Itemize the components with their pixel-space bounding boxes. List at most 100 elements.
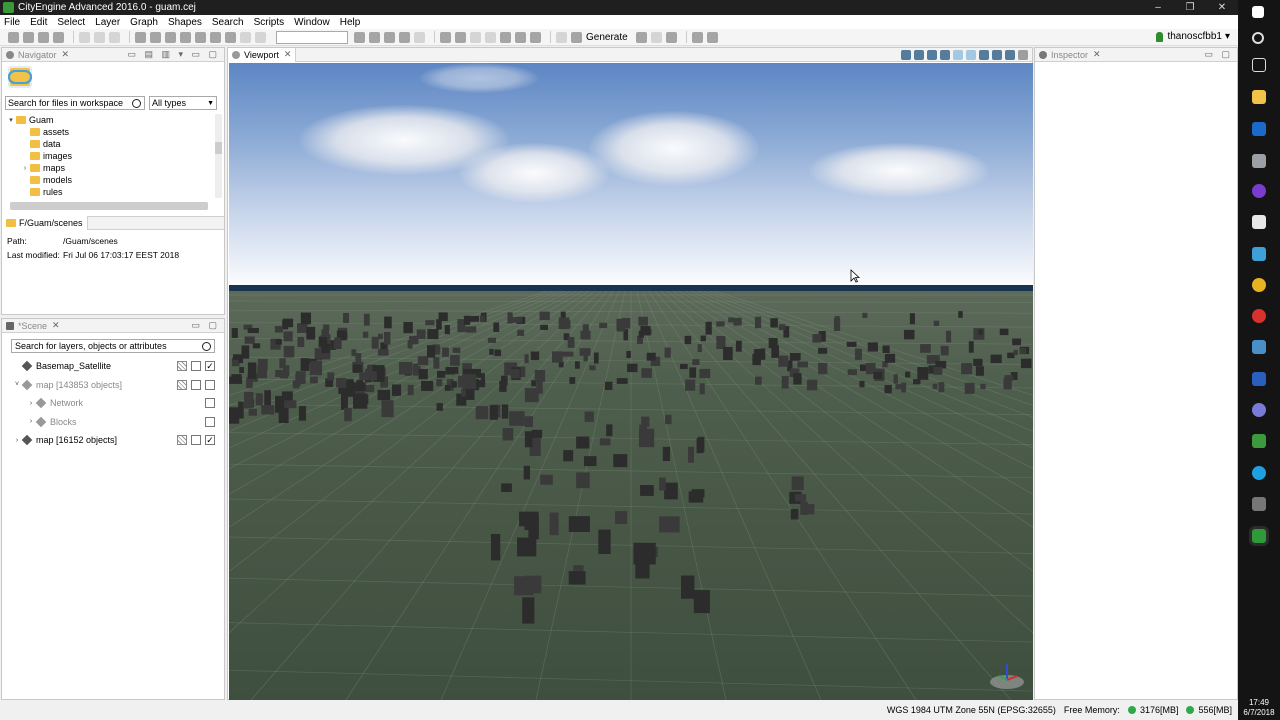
new-icon[interactable]	[8, 31, 19, 43]
polygon-tool-icon[interactable]	[399, 31, 410, 43]
align-icon[interactable]	[485, 31, 496, 43]
tab-viewport[interactable]: Viewport ✕	[228, 47, 297, 62]
tree-twisty-icon[interactable]: ▾	[6, 116, 16, 124]
layer-select-checkbox[interactable]	[191, 361, 201, 372]
rotate-icon[interactable]	[150, 31, 161, 43]
wireframe-icon[interactable]	[901, 50, 911, 60]
layer-visibility-checkbox[interactable]	[205, 379, 215, 390]
menu-file[interactable]: File	[4, 17, 20, 28]
cloud-icon[interactable]	[706, 31, 718, 43]
tree-item[interactable]: › maps	[6, 162, 224, 174]
menu-window[interactable]: Window	[294, 17, 330, 28]
lock-toggle[interactable]	[177, 361, 187, 372]
layer-select-checkbox[interactable]	[191, 379, 201, 390]
menu-graph[interactable]: Graph	[130, 17, 158, 28]
camera-icon[interactable]	[966, 50, 976, 60]
regenerate-icon[interactable]	[635, 31, 647, 43]
app-icon[interactable]	[1252, 247, 1266, 261]
maximize-button[interactable]: ❐	[1174, 2, 1206, 13]
horizontal-scrollbar[interactable]	[10, 202, 208, 210]
search-icon[interactable]	[202, 341, 211, 351]
menu-help[interactable]: Help	[340, 17, 361, 28]
scrollbar-thumb[interactable]	[215, 142, 222, 154]
menu-select[interactable]: Select	[57, 17, 85, 28]
menu-search[interactable]: Search	[212, 17, 244, 28]
menu-scripts[interactable]: Scripts	[254, 17, 285, 28]
tree-scrollbar[interactable]	[215, 114, 222, 198]
zoom-icon[interactable]	[225, 31, 236, 43]
layer-twisty-icon[interactable]: ›	[26, 400, 36, 407]
street-tool-icon[interactable]	[354, 31, 365, 43]
bookmarks-icon[interactable]	[953, 50, 963, 60]
workspace-search-input[interactable]: Search for files in workspace	[5, 96, 145, 110]
textured-icon[interactable]	[927, 50, 937, 60]
frame-icon[interactable]	[210, 31, 221, 43]
paste-icon[interactable]	[109, 31, 120, 43]
terrain-icon[interactable]	[515, 31, 526, 43]
star-icon[interactable]	[1005, 50, 1015, 60]
panel-controls[interactable]: ▭ ▢	[1204, 49, 1233, 60]
copy-icon[interactable]	[94, 31, 105, 43]
edit-street-icon[interactable]	[384, 31, 395, 43]
layer-row[interactable]: › Network	[2, 394, 224, 413]
search-icon[interactable]	[132, 98, 141, 108]
layer-row[interactable]: Basemap_Satellite ✓	[2, 357, 224, 376]
panel-controls[interactable]: ▭ ▢	[191, 320, 220, 331]
menu-shapes[interactable]: Shapes	[168, 17, 202, 28]
layer-visibility-checkbox[interactable]: ✓	[205, 361, 215, 372]
grid-icon[interactable]	[470, 31, 481, 43]
tree-item[interactable]: models	[6, 174, 224, 186]
tree-item[interactable]: images	[6, 150, 224, 162]
close-icon[interactable]: ✕	[1093, 49, 1101, 60]
generate-button[interactable]: Generate	[586, 32, 628, 43]
skype-icon[interactable]	[1252, 466, 1266, 480]
tab-path[interactable]: F/Guam/scenes	[2, 216, 88, 230]
cut-icon[interactable]	[79, 31, 90, 43]
scene-search-input[interactable]: Search for layers, objects or attributes	[11, 339, 215, 353]
minimize-button[interactable]: –	[1142, 2, 1174, 13]
firefox-icon[interactable]	[1252, 184, 1266, 198]
cleanup-icon[interactable]	[556, 31, 567, 43]
tree-item[interactable]: data	[6, 138, 224, 150]
bookmark-icon[interactable]	[240, 31, 251, 43]
app-icon[interactable]	[1252, 340, 1266, 354]
app-icon[interactable]	[1252, 372, 1266, 386]
select-arrow-icon[interactable]	[180, 31, 191, 43]
cube-icon[interactable]	[440, 31, 451, 43]
layer-row[interactable]: › Blocks	[2, 413, 224, 432]
tree-item[interactable]: rules	[6, 186, 224, 198]
tab-scene[interactable]: *Scene ✕	[6, 320, 60, 331]
tree-item[interactable]: assets	[6, 126, 224, 138]
system-clock[interactable]: 17:49 6/7/2018	[1238, 698, 1280, 718]
layer-select-checkbox[interactable]	[191, 435, 201, 446]
layer-row[interactable]: ˅ map [143853 objects]	[2, 376, 224, 395]
tab-inspector[interactable]: Inspector ✕	[1039, 49, 1101, 60]
scale-icon[interactable]	[165, 31, 176, 43]
app-icon[interactable]	[1252, 154, 1266, 168]
sun-icon[interactable]	[691, 31, 703, 43]
shaded-icon[interactable]	[914, 50, 924, 60]
panel-controls[interactable]: ▭ ▤ ▥ ▾ ▭ ▢	[127, 49, 220, 60]
app-icon[interactable]	[1252, 497, 1266, 511]
outlook-icon[interactable]	[1252, 122, 1266, 136]
close-icon[interactable]: ✕	[284, 49, 292, 60]
cityengine-taskbar-icon[interactable]	[1252, 529, 1266, 543]
menu-layer[interactable]: Layer	[95, 17, 120, 28]
minimize-view-icon[interactable]	[1018, 50, 1028, 60]
windows-start-icon[interactable]	[1252, 6, 1264, 18]
rectangle-tool-icon[interactable]	[414, 31, 425, 43]
toolbar-search-input[interactable]	[276, 30, 348, 44]
lit-icon[interactable]	[940, 50, 950, 60]
generate-icon[interactable]	[571, 31, 582, 43]
tree-item[interactable]: ▾ Guam	[6, 114, 224, 126]
lock-toggle[interactable]	[177, 435, 187, 446]
settings-gear-icon[interactable]	[992, 50, 1002, 60]
shape-tool-icon[interactable]	[369, 31, 380, 43]
layer-twisty-icon[interactable]: ›	[12, 437, 22, 444]
wand-icon[interactable]	[53, 31, 64, 43]
lock-toggle[interactable]	[177, 379, 187, 390]
cube-open-icon[interactable]	[455, 31, 466, 43]
move-icon[interactable]	[135, 31, 146, 43]
delete-models-icon[interactable]	[665, 31, 677, 43]
search-icon[interactable]	[1252, 32, 1264, 44]
